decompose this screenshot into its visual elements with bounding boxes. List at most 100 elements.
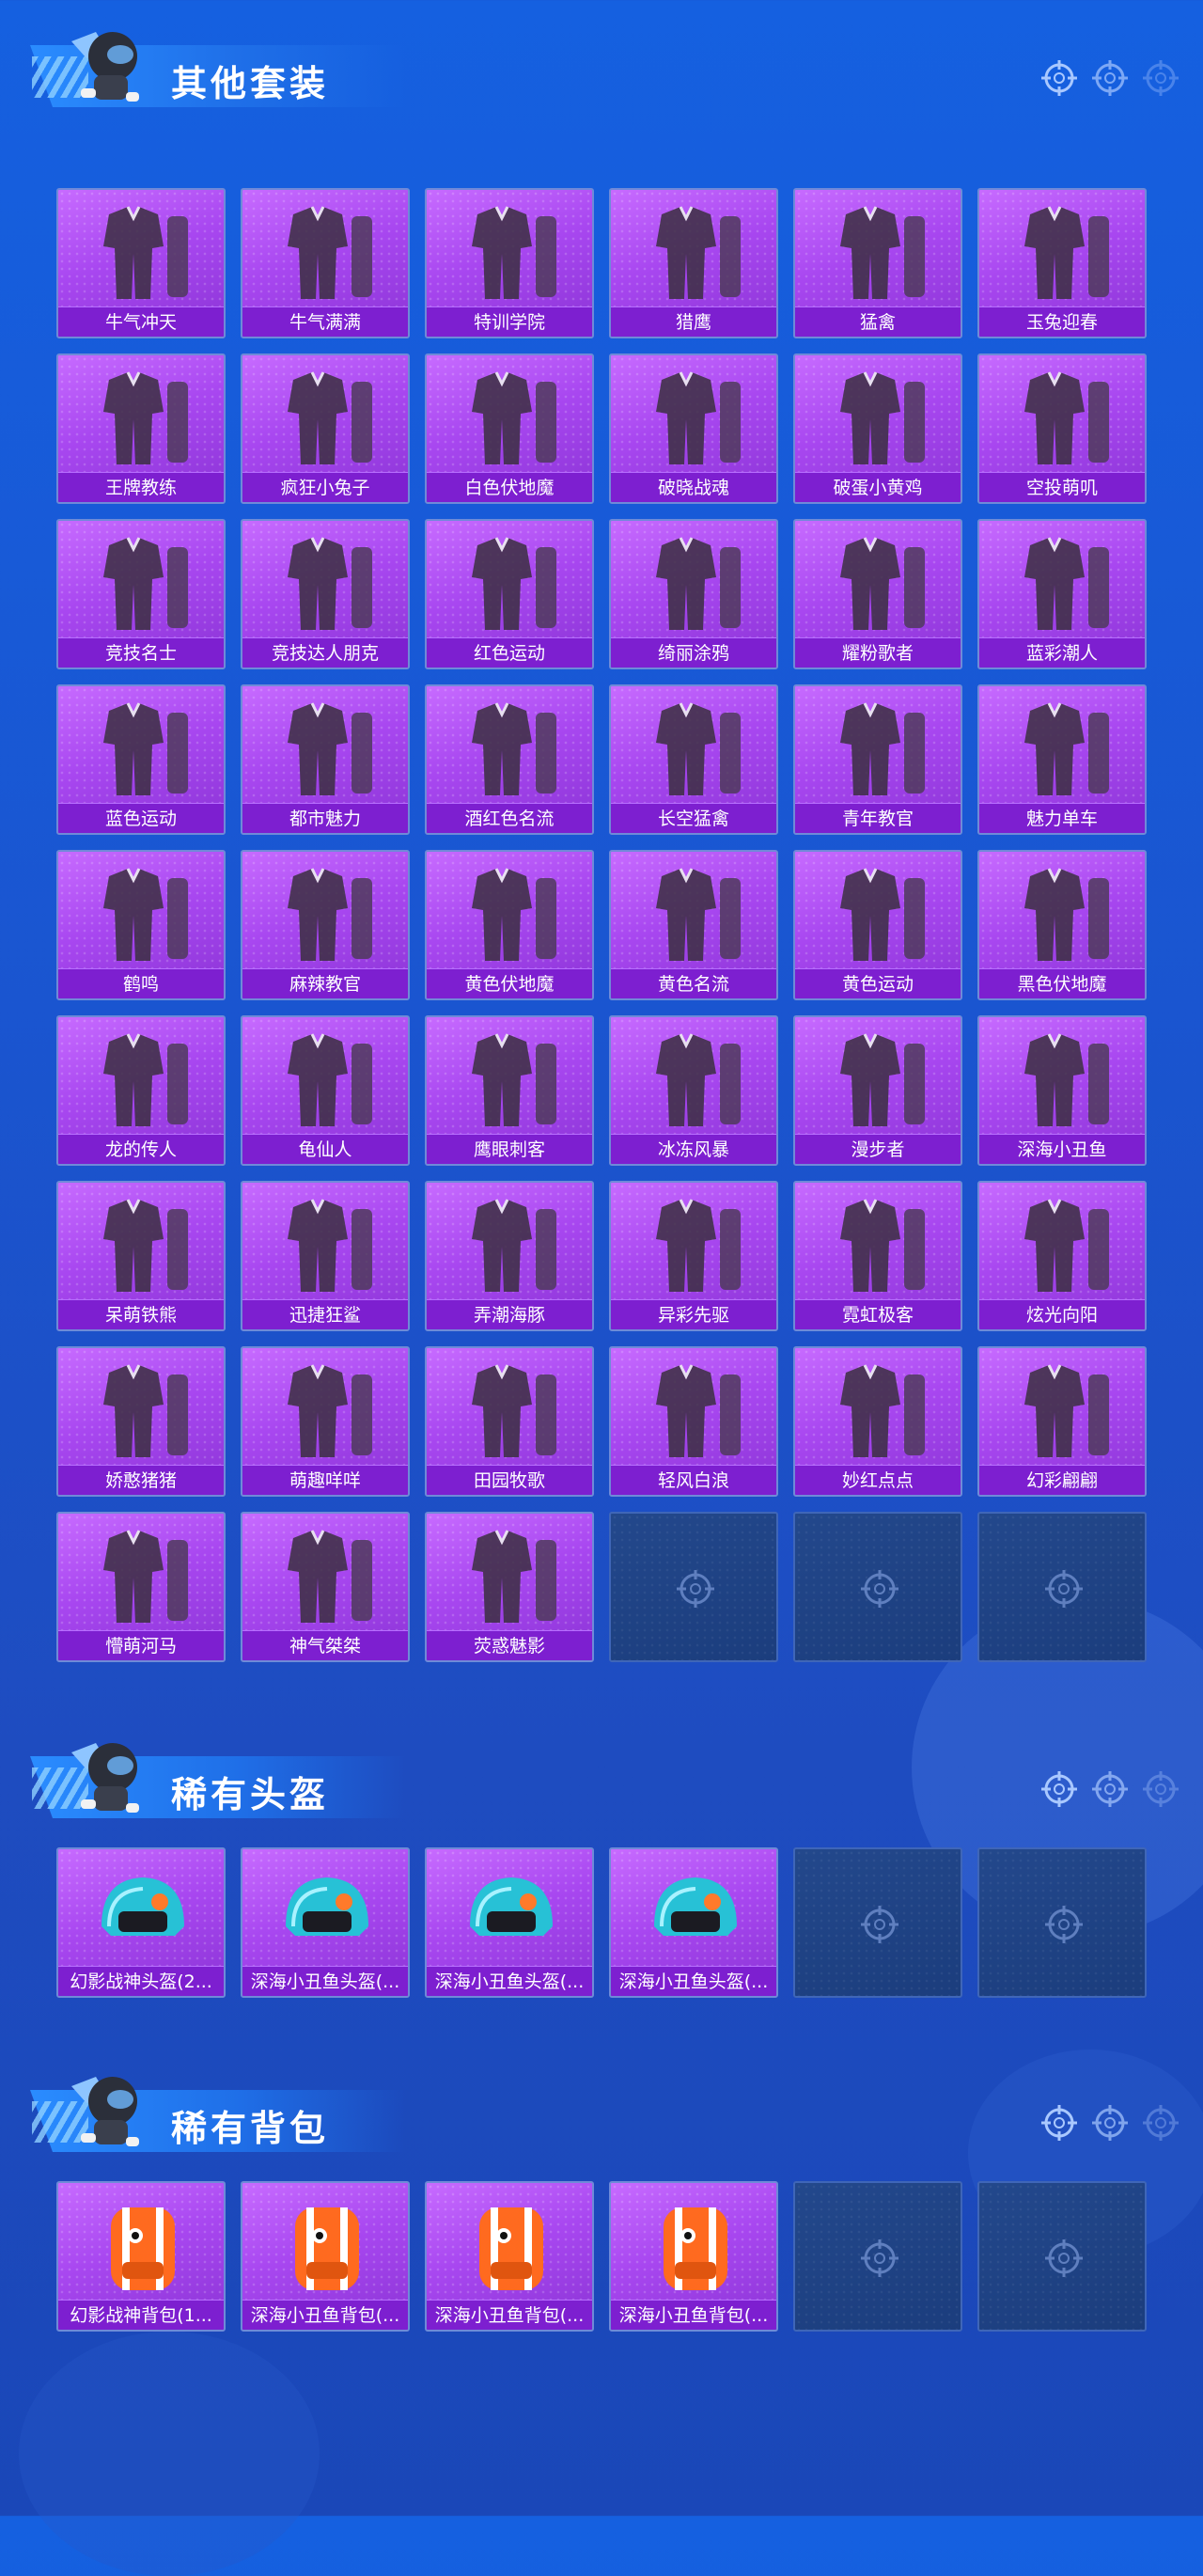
outfit-icon bbox=[818, 197, 942, 308]
outfit-icon bbox=[265, 528, 389, 639]
header-target-icons bbox=[1039, 58, 1180, 98]
item-card[interactable]: 幻影战神头盔(2... bbox=[56, 1847, 226, 1998]
item-card[interactable]: 深海小丑鱼背包(... bbox=[425, 2181, 594, 2332]
item-name-label: 深海小丑鱼背包(... bbox=[611, 2300, 776, 2330]
item-card[interactable]: 猛禽 bbox=[793, 188, 962, 338]
item-card[interactable]: 空投萌叽 bbox=[977, 353, 1147, 504]
item-card[interactable]: 酒红色名流 bbox=[425, 684, 594, 835]
backpack-icon bbox=[633, 2191, 758, 2301]
helmet-icon bbox=[81, 1857, 205, 1968]
item-card[interactable]: 王牌教练 bbox=[56, 353, 226, 504]
item-card[interactable]: 幻影战神背包(1... bbox=[56, 2181, 226, 2332]
helmet-icon bbox=[633, 1857, 758, 1968]
item-card[interactable]: 牛气满满 bbox=[241, 188, 410, 338]
item-card[interactable]: 黄色运动 bbox=[793, 850, 962, 1000]
item-card[interactable]: 特训学院 bbox=[425, 188, 594, 338]
mascot-icon bbox=[71, 1743, 139, 1813]
item-name-label: 特训学院 bbox=[427, 306, 592, 337]
item-name-label: 霓虹极客 bbox=[795, 1299, 961, 1329]
helmet-icon bbox=[265, 1857, 389, 1968]
item-name-label: 玉兔迎春 bbox=[979, 306, 1145, 337]
item-card[interactable]: 竞技名士 bbox=[56, 519, 226, 669]
outfit-icon bbox=[633, 694, 758, 805]
item-card[interactable]: 黄色名流 bbox=[609, 850, 778, 1000]
target-icon bbox=[1041, 2105, 1077, 2141]
background-cloud-decoration bbox=[19, 2332, 320, 2576]
item-card[interactable]: 异彩先驱 bbox=[609, 1181, 778, 1331]
backpack-icon bbox=[265, 2191, 389, 2301]
item-card[interactable]: 疯狂小兔子 bbox=[241, 353, 410, 504]
item-card[interactable]: 娇憨猪猪 bbox=[56, 1346, 226, 1497]
item-card[interactable]: 绮丽涂鸦 bbox=[609, 519, 778, 669]
outfit-icon bbox=[818, 859, 942, 970]
item-name-label: 幻影战神背包(1... bbox=[58, 2300, 224, 2330]
item-name-label: 麻辣教官 bbox=[242, 968, 408, 998]
item-card[interactable]: 深海小丑鱼头盔(... bbox=[609, 1847, 778, 1998]
target-icon bbox=[1092, 1771, 1128, 1807]
item-card[interactable]: 蓝彩潮人 bbox=[977, 519, 1147, 669]
item-name-label: 绮丽涂鸦 bbox=[611, 637, 776, 668]
item-card[interactable]: 破晓战魂 bbox=[609, 353, 778, 504]
empty-slot bbox=[977, 1847, 1147, 1998]
item-card[interactable]: 深海小丑鱼背包(... bbox=[241, 2181, 410, 2332]
item-card[interactable]: 幻彩翩翩 bbox=[977, 1346, 1147, 1497]
outfit-icon bbox=[449, 859, 573, 970]
item-card[interactable]: 长空猛禽 bbox=[609, 684, 778, 835]
item-card[interactable]: 神气桀桀 bbox=[241, 1512, 410, 1662]
item-card[interactable]: 魅力单车 bbox=[977, 684, 1147, 835]
item-card[interactable]: 妙红点点 bbox=[793, 1346, 962, 1497]
outfit-icon bbox=[818, 1356, 942, 1467]
item-card[interactable]: 深海小丑鱼 bbox=[977, 1015, 1147, 1166]
item-name-label: 深海小丑鱼头盔(... bbox=[611, 1966, 776, 1996]
item-card[interactable]: 深海小丑鱼背包(... bbox=[609, 2181, 778, 2332]
item-card[interactable]: 龙的传人 bbox=[56, 1015, 226, 1166]
outfit-icon bbox=[633, 1356, 758, 1467]
item-card[interactable]: 玉兔迎春 bbox=[977, 188, 1147, 338]
item-name-label: 娇憨猪猪 bbox=[58, 1465, 224, 1495]
outfit-icon bbox=[265, 1356, 389, 1467]
item-card[interactable]: 蓝色运动 bbox=[56, 684, 226, 835]
outfit-icon bbox=[1002, 197, 1126, 308]
item-card[interactable]: 冰冻风暴 bbox=[609, 1015, 778, 1166]
section-rare-helmets: 稀有头盔 幻影战神头盔(2... 深海小丑鱼头盔(... 深海小丑鱼头盔(... 深海… bbox=[0, 1711, 1203, 1998]
item-card[interactable]: 龟仙人 bbox=[241, 1015, 410, 1166]
target-placeholder-icon bbox=[859, 1904, 900, 1945]
item-card[interactable]: 迅捷狂鲨 bbox=[241, 1181, 410, 1331]
item-card[interactable]: 竞技达人朋克 bbox=[241, 519, 410, 669]
item-card[interactable]: 田园牧歌 bbox=[425, 1346, 594, 1497]
item-card[interactable]: 红色运动 bbox=[425, 519, 594, 669]
item-card[interactable]: 猎鹰 bbox=[609, 188, 778, 338]
target-icon bbox=[1041, 1771, 1077, 1807]
item-card[interactable]: 鹰眼刺客 bbox=[425, 1015, 594, 1166]
item-card[interactable]: 黑色伏地魔 bbox=[977, 850, 1147, 1000]
target-placeholder-icon bbox=[1043, 1904, 1085, 1945]
item-card[interactable]: 青年教官 bbox=[793, 684, 962, 835]
item-card[interactable]: 呆萌铁熊 bbox=[56, 1181, 226, 1331]
item-card[interactable]: 轻风白浪 bbox=[609, 1346, 778, 1497]
item-card[interactable]: 都市魅力 bbox=[241, 684, 410, 835]
item-card[interactable]: 霓虹极客 bbox=[793, 1181, 962, 1331]
helmet-icon bbox=[449, 1857, 573, 1968]
outfit-icon bbox=[633, 859, 758, 970]
item-card[interactable]: 炫光向阳 bbox=[977, 1181, 1147, 1331]
item-card[interactable]: 麻辣教官 bbox=[241, 850, 410, 1000]
item-card[interactable]: 深海小丑鱼头盔(... bbox=[241, 1847, 410, 1998]
item-card[interactable]: 深海小丑鱼头盔(... bbox=[425, 1847, 594, 1998]
item-card[interactable]: 破蛋小黄鸡 bbox=[793, 353, 962, 504]
item-name-label: 田园牧歌 bbox=[427, 1465, 592, 1495]
outfit-icon bbox=[265, 363, 389, 474]
item-card[interactable]: 弄潮海豚 bbox=[425, 1181, 594, 1331]
item-name-label: 冰冻风暴 bbox=[611, 1134, 776, 1164]
item-card[interactable]: 鹤鸣 bbox=[56, 850, 226, 1000]
item-card[interactable]: 白色伏地魔 bbox=[425, 353, 594, 504]
item-card[interactable]: 懵萌河马 bbox=[56, 1512, 226, 1662]
item-name-label: 幻影战神头盔(2... bbox=[58, 1966, 224, 1996]
item-card[interactable]: 牛气冲天 bbox=[56, 188, 226, 338]
item-card[interactable]: 荧惑魅影 bbox=[425, 1512, 594, 1662]
backpack-grid: 幻影战神背包(1... 深海小丑鱼背包(... 深海小丑鱼背包(... 深海小丑鱼背包… bbox=[56, 2181, 1147, 2332]
item-card[interactable]: 耀粉歌者 bbox=[793, 519, 962, 669]
outfit-icon bbox=[265, 197, 389, 308]
item-card[interactable]: 黄色伏地魔 bbox=[425, 850, 594, 1000]
item-card[interactable]: 漫步者 bbox=[793, 1015, 962, 1166]
item-card[interactable]: 萌趣咩咩 bbox=[241, 1346, 410, 1497]
